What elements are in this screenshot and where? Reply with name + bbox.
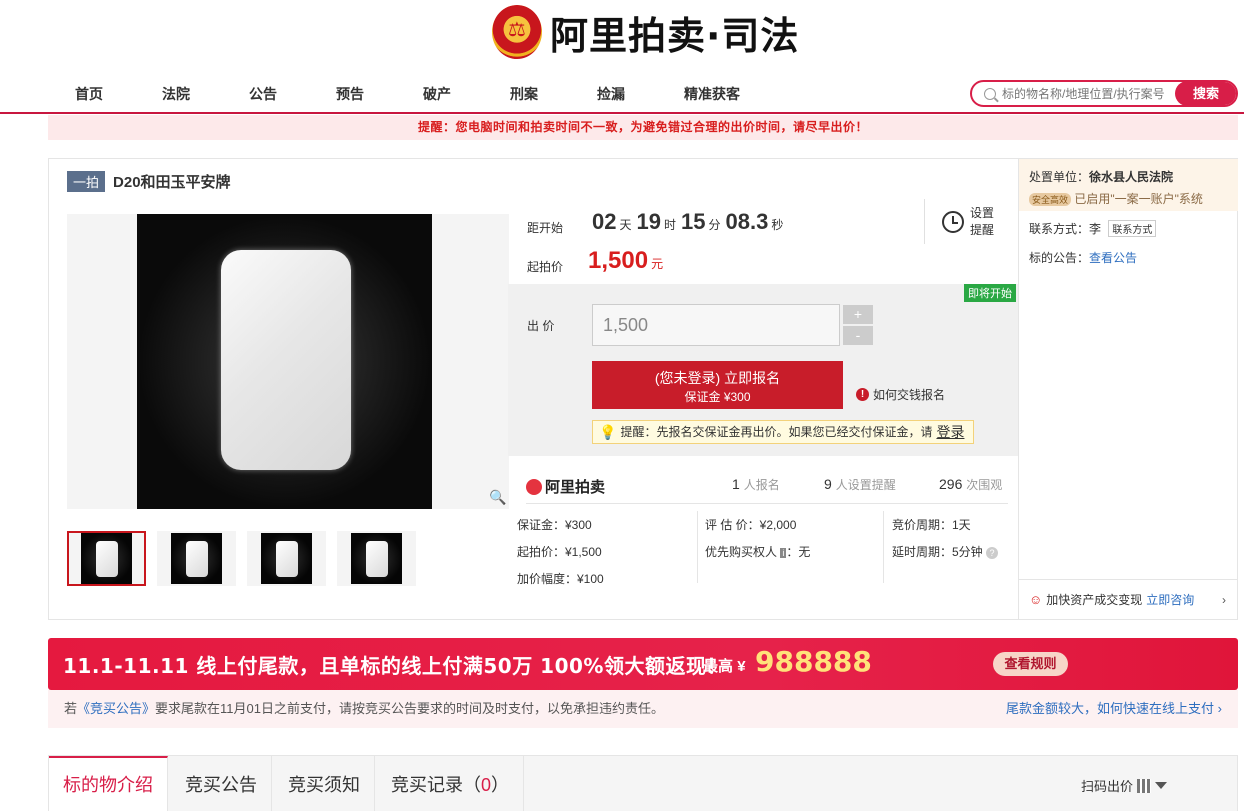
- nav-item-leads[interactable]: 精准获客: [684, 84, 740, 104]
- round-tag: 一拍: [67, 171, 106, 192]
- main-image[interactable]: 🔍: [67, 214, 509, 509]
- ali-auction-icon: [526, 478, 542, 495]
- signup-button[interactable]: (您未登录) 立即报名 保证金 ¥300: [592, 361, 843, 409]
- login-link[interactable]: 登录: [936, 421, 964, 443]
- consult-link[interactable]: 立即咨询: [1146, 591, 1194, 608]
- online-payment-link[interactable]: 尾款金额较大，如何快速在线上支付 ›: [1006, 690, 1222, 728]
- countdown-hours: 19: [636, 209, 661, 234]
- countdown-minutes: 15: [681, 209, 706, 234]
- login-tip: 💡 提醒：先报名交保证金再出价。如果您已经交付保证金，请 登录: [592, 420, 974, 444]
- bid-cycle-info: 竞价周期：1天: [892, 518, 971, 532]
- view-notice-link[interactable]: 查看公告: [1089, 251, 1137, 265]
- qr-code-icon: [1137, 778, 1151, 793]
- thumbnail[interactable]: [337, 531, 416, 586]
- court-emblem-icon: [492, 5, 542, 59]
- countdown-days: 02: [592, 209, 617, 234]
- nav-item-criminal[interactable]: 刑案: [510, 84, 538, 104]
- disposal-unit: 处置单位：徐水县人民法院: [1029, 170, 1174, 184]
- contact-button[interactable]: 联系方式: [1108, 220, 1157, 237]
- thumbnail-strip: [67, 531, 416, 586]
- tab-item-intro[interactable]: 标的物介绍: [49, 756, 168, 811]
- stat-views: 296 次围观: [939, 476, 1003, 492]
- start-price-info: 起拍价：¥1,500: [517, 545, 602, 559]
- search-input[interactable]: [1002, 86, 1172, 101]
- stat-reminders: 9 人设置提醒: [824, 476, 896, 492]
- site-logo[interactable]: 阿里拍卖·司法: [492, 2, 799, 62]
- detail-tabs: 标的物介绍 竞买公告 竞买须知 竞买记录（0） 扫码出价: [48, 755, 1238, 811]
- info-icon: !: [856, 388, 869, 401]
- tab-bidding-rules[interactable]: 竞买须知: [274, 756, 375, 811]
- nav-item-preview[interactable]: 预告: [336, 84, 364, 104]
- promo-note: 若《竞买公告》要求尾款在11月01日之前支付，请按竞买公告要求的时间及时支付，以…: [48, 690, 1238, 728]
- time-warning: 提醒：您电脑时间和拍卖时间不一致，为避免错过合理的出价时间，请尽早出价！: [48, 115, 1238, 140]
- person-icon: ☺: [1029, 592, 1043, 607]
- start-price-label: 起拍价: [527, 260, 564, 274]
- chevron-right-icon: ›: [1222, 592, 1226, 607]
- set-reminder-button[interactable]: 设置提醒: [942, 205, 996, 239]
- bid-stepper: + -: [843, 305, 873, 347]
- search-button[interactable]: 搜索: [1175, 82, 1236, 105]
- nav-item-home[interactable]: 首页: [75, 84, 103, 104]
- scan-to-bid[interactable]: 扫码出价: [1081, 776, 1167, 795]
- search-icon: [984, 87, 996, 100]
- bid-box: 即将开始 出 价 1,500 + - (您未登录) 立即报名 保证金 ¥300 …: [508, 284, 1018, 456]
- promo-amount: 988888: [755, 645, 872, 678]
- decrease-button[interactable]: -: [843, 326, 873, 345]
- lot-title-row: 一拍 D20和田玉平安牌: [67, 171, 231, 192]
- start-price: 1,500 元: [588, 247, 664, 274]
- logo-text: 阿里拍卖·司法: [550, 13, 800, 58]
- asset-consult[interactable]: ☺ 加快资产成交变现 立即咨询 ›: [1019, 579, 1238, 619]
- tab-bid-records[interactable]: 竞买记录（0）: [377, 756, 525, 811]
- zoom-icon[interactable]: 🔍: [489, 489, 507, 507]
- view-rules-button[interactable]: 查看规则: [993, 652, 1068, 676]
- priority-buyer-info: 优先购买权人 i ：无: [705, 545, 811, 559]
- thumbnail[interactable]: [157, 531, 236, 586]
- promo-max-label: 最高 ¥: [703, 658, 746, 675]
- nav-item-notice[interactable]: 公告: [249, 84, 277, 104]
- stats-row: 阿里拍卖 1 人报名 9 人设置提醒 296 次围观: [526, 474, 1008, 504]
- appraisal-info: 评 估 价：¥2,000: [705, 518, 797, 532]
- bid-label: 出 价: [527, 319, 555, 333]
- tab-auction-notice[interactable]: 竞买公告: [171, 756, 272, 811]
- bid-input[interactable]: 1,500: [592, 304, 840, 346]
- lot-title: D20和田玉平安牌: [113, 174, 231, 191]
- increment-info: 加价幅度：¥100: [517, 572, 604, 586]
- countdown: 02 天 19 时 15 分 08.3 秒: [592, 209, 784, 234]
- lot-card: 一拍 D20和田玉平安牌 🔍 距开始 02 天 19 时 15 分 08.3 秒…: [48, 158, 1238, 620]
- nav-item-bankruptcy[interactable]: 破产: [423, 84, 451, 104]
- platform-logo: 阿里拍卖: [526, 476, 605, 497]
- thumbnail[interactable]: [67, 531, 146, 586]
- shield-badge: 安全高效: [1029, 193, 1072, 206]
- promo-text: 11.1-11.11 线上付尾款，且单标的线上付满50万 100%领大额返现！: [63, 654, 727, 678]
- account-system[interactable]: 安全高效 已启用"一案一账户"系统: [1029, 190, 1203, 207]
- clock-icon: [942, 211, 964, 233]
- stat-signups: 1 人报名: [732, 476, 780, 492]
- nav-item-court[interactable]: 法院: [162, 84, 190, 104]
- delay-cycle-info: 延时周期：5分钟 ?: [892, 543, 999, 560]
- jade-pendant-image: [221, 250, 351, 470]
- lightbulb-icon: 💡: [599, 424, 617, 440]
- increase-button[interactable]: +: [843, 305, 873, 324]
- contact-info: 联系方式：李 联系方式: [1029, 220, 1157, 237]
- search-bar: 搜索: [970, 80, 1238, 107]
- court-panel: 处置单位：徐水县人民法院 安全高效 已启用"一案一账户"系统 联系方式：李 联系…: [1018, 159, 1238, 619]
- promo-banner: 11.1-11.11 线上付尾款，且单标的线上付满50万 100%领大额返现！ …: [48, 638, 1238, 690]
- help-icon[interactable]: ?: [986, 547, 999, 559]
- lot-notice: 标的公告：查看公告: [1029, 251, 1138, 265]
- how-to-pay-link[interactable]: ! 如何交钱报名: [856, 386, 945, 403]
- nav-item-bargain[interactable]: 捡漏: [597, 84, 625, 104]
- status-badge: 即将开始: [964, 284, 1016, 302]
- thumbnail[interactable]: [247, 531, 326, 586]
- countdown-label: 距开始: [527, 221, 564, 235]
- auction-notice-link[interactable]: 《竞买公告》: [77, 701, 155, 716]
- deposit-info: 保证金：¥300: [517, 518, 592, 532]
- bid-column: 距开始 02 天 19 时 15 分 08.3 秒 设置提醒 起拍价 1,500…: [508, 159, 1018, 619]
- countdown-seconds: 08.3: [725, 209, 769, 234]
- caret-down-icon: [1155, 782, 1167, 789]
